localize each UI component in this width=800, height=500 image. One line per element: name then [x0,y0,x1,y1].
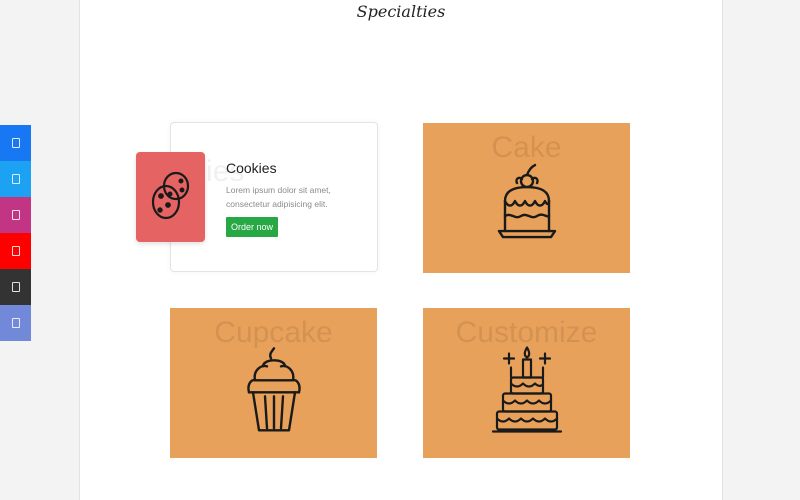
order-now-button[interactable]: Order now [226,217,279,237]
twitter-button[interactable] [0,161,31,197]
cake-card[interactable]: Cake [423,123,630,273]
facebook-button[interactable] [0,125,31,161]
customize-icon-wrap [491,344,563,438]
instagram-button[interactable] [0,197,31,233]
twitter-icon [11,174,20,184]
customize-card[interactable]: Customize [423,308,630,458]
youtube-button[interactable] [0,233,31,269]
cookies-title: Cookies [226,160,277,176]
cupcake-icon [246,347,301,432]
github-button[interactable] [0,269,31,305]
discord-button[interactable] [0,305,31,341]
cake-icon-wrap [491,161,563,249]
cookie-icon [151,171,189,220]
youtube-icon [11,246,20,256]
birthday-cake-icon [491,346,562,433]
cupcake-icon-wrap [243,344,305,436]
cake-ghost-label: Cake [491,131,562,164]
facebook-icon [11,138,20,148]
cake-icon [497,163,556,239]
cookies-description: Lorem ipsum dolor sit amet, consectetur … [226,185,331,209]
section-title: Specialties [356,2,446,21]
github-icon [11,282,20,292]
cupcake-card[interactable]: Cupcake [170,308,377,458]
instagram-icon [11,210,20,220]
cookie-icon-box [136,152,205,242]
discord-icon [11,318,20,328]
social-sidebar [0,125,31,341]
